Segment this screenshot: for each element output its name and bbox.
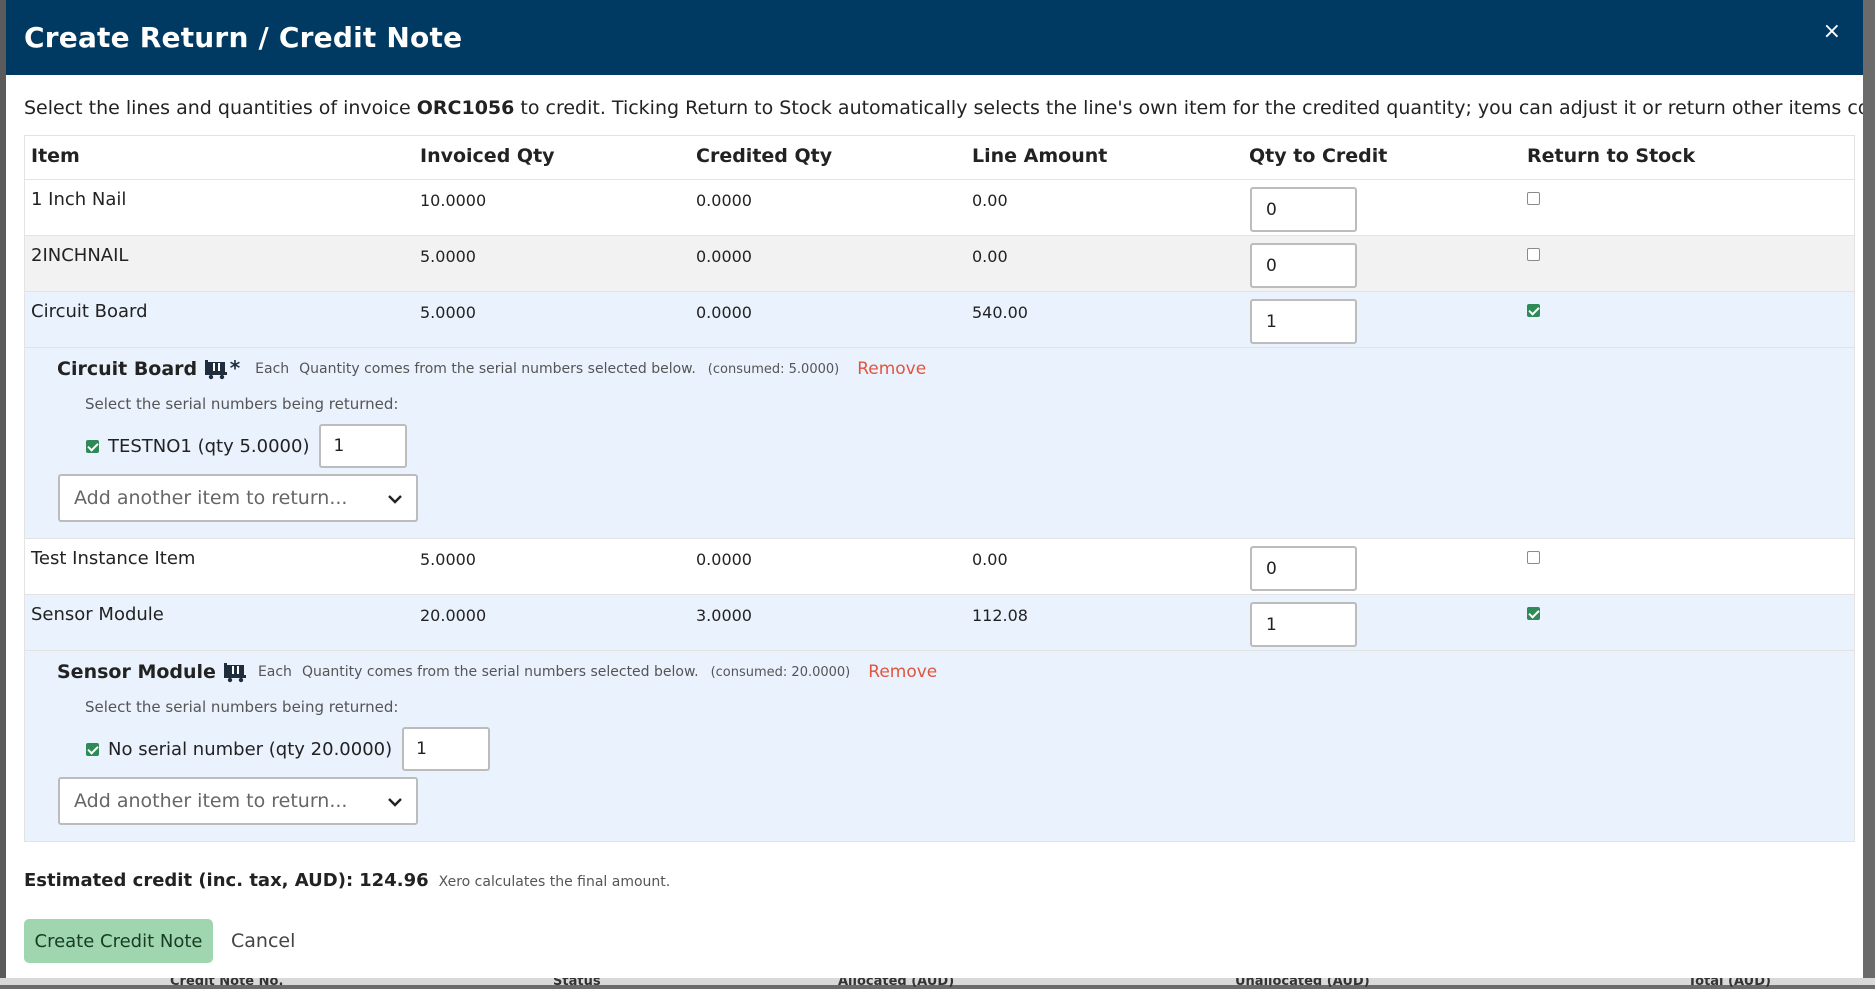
credit-note-modal: Create Return / Credit Note × Select the… (6, 0, 1863, 978)
row-line-amount: 0.00 (972, 550, 1008, 569)
table-row: Test Instance Item 5.0000 0.0000 0.00 (25, 538, 1854, 594)
serial-label: TESTNO1 (qty 5.0000) (108, 435, 310, 457)
invoice-number: ORC1056 (416, 97, 515, 119)
estimate-label: Estimated credit (inc. tax, AUD): (24, 870, 354, 891)
return-item-name: Sensor Module (57, 661, 216, 683)
row-credited-qty: 0.0000 (696, 247, 752, 266)
background-table-header: Credit Note No. Status Allocated (AUD) U… (0, 974, 1875, 989)
row-item: 1 Inch Nail (31, 189, 127, 210)
estimate-note: Xero calculates the final amount. (438, 874, 671, 890)
add-item-placeholder: Add another item to return... (74, 790, 348, 812)
qty-to-credit-input[interactable] (1250, 299, 1357, 344)
return-item-detail: Circuit Board * Each Quantity comes from (25, 347, 1854, 538)
serial-qty-input[interactable] (319, 424, 408, 468)
chevron-down-icon (388, 790, 402, 812)
qty-to-credit-input[interactable] (1250, 546, 1357, 591)
estimate-value: 124.96 (359, 870, 429, 891)
header-item: Item (31, 145, 80, 167)
serial-checkbox[interactable] (86, 742, 99, 756)
row-invoiced-qty: 5.0000 (420, 303, 476, 322)
row-invoiced-qty: 5.0000 (420, 247, 476, 266)
return-item-detail: Sensor Module Each Quantity comes from t… (25, 650, 1854, 841)
row-credited-qty: 3.0000 (696, 606, 752, 625)
return-to-stock-checkbox[interactable] (1527, 248, 1540, 261)
return-item-unit: Each (255, 361, 290, 377)
header-credited-qty: Credited Qty (696, 145, 833, 167)
row-item: Test Instance Item (31, 548, 196, 569)
return-item-name: Circuit Board (57, 358, 198, 380)
table-header-row: Item Invoiced Qty Credited Qty Line Amou… (25, 136, 1854, 179)
return-to-stock-checkbox[interactable] (1527, 304, 1540, 317)
row-invoiced-qty: 20.0000 (420, 606, 487, 625)
svg-text:*: * (230, 358, 241, 380)
serial-checkbox[interactable] (86, 439, 99, 453)
row-item: Sensor Module (31, 604, 164, 625)
qty-to-credit-input[interactable] (1250, 602, 1357, 647)
row-line-amount: 540.00 (972, 303, 1028, 322)
return-item-consumed: (consumed: 5.0000) (707, 361, 840, 377)
return-item-note: Quantity comes from the serial numbers s… (301, 664, 699, 680)
row-invoiced-qty: 10.0000 (420, 191, 487, 210)
cart-star-icon: * (205, 358, 245, 380)
row-item: 2INCHNAIL (31, 245, 129, 266)
return-item-unit: Each (257, 664, 292, 680)
intro-before: Select the lines and quantities of invoi… (24, 97, 417, 119)
close-icon[interactable]: × (1819, 19, 1845, 44)
row-item: Circuit Board (31, 301, 148, 322)
add-item-placeholder: Add another item to return... (74, 487, 348, 509)
return-to-stock-checkbox[interactable] (1527, 551, 1540, 564)
serial-select-label: Select the serial numbers being returned… (85, 698, 399, 716)
row-credited-qty: 0.0000 (696, 303, 752, 322)
modal-title: Create Return / Credit Note (24, 21, 463, 54)
qty-to-credit-input[interactable] (1250, 243, 1357, 288)
return-item-title: Circuit Board * Each Quantity comes from (57, 358, 926, 380)
return-item-title: Sensor Module Each Quantity comes from t… (57, 661, 937, 683)
credit-lines-table: Item Invoiced Qty Credited Qty Line Amou… (24, 135, 1855, 842)
table-row: Circuit Board 5.0000 0.0000 540.00 (25, 291, 1854, 347)
cancel-button[interactable]: Cancel (231, 930, 295, 952)
serial-option: TESTNO1 (qty 5.0000) (86, 424, 408, 468)
header-qty-to-credit: Qty to Credit (1249, 145, 1388, 167)
return-to-stock-checkbox[interactable] (1527, 192, 1540, 205)
header-line-amount: Line Amount (972, 145, 1108, 167)
add-item-select[interactable]: Add another item to return... (58, 474, 418, 522)
row-line-amount: 112.08 (972, 606, 1028, 625)
row-line-amount: 0.00 (972, 247, 1008, 266)
cart-icon (223, 661, 248, 683)
header-return-to-stock: Return to Stock (1527, 145, 1696, 167)
remove-link[interactable]: Remove (857, 359, 926, 379)
create-credit-note-button[interactable]: Create Credit Note (24, 919, 213, 963)
row-line-amount: 0.00 (972, 191, 1008, 210)
modal-header: Create Return / Credit Note × (6, 0, 1863, 75)
return-item-note: Quantity comes from the serial numbers s… (299, 361, 696, 377)
intro-text: Select the lines and quantities of invoi… (6, 95, 1863, 121)
qty-to-credit-input[interactable] (1250, 187, 1357, 232)
header-invoiced-qty: Invoiced Qty (420, 145, 555, 167)
serial-select-label: Select the serial numbers being returned… (85, 395, 399, 413)
remove-link[interactable]: Remove (868, 662, 937, 682)
return-to-stock-checkbox[interactable] (1527, 607, 1540, 620)
estimated-credit: Estimated credit (inc. tax, AUD): 124.96… (24, 870, 670, 891)
return-item-consumed: (consumed: 20.0000) (710, 664, 851, 680)
row-invoiced-qty: 5.0000 (420, 550, 476, 569)
table-row: 1 Inch Nail 10.0000 0.0000 0.00 (25, 179, 1854, 235)
add-item-select[interactable]: Add another item to return... (58, 777, 418, 825)
table-row: Sensor Module 20.0000 3.0000 112.08 (25, 594, 1854, 650)
table-row: 2INCHNAIL 5.0000 0.0000 0.00 (25, 235, 1854, 291)
intro-after: to credit. Ticking Return to Stock autom… (520, 97, 1863, 119)
modal-footer: Create Credit Note Cancel (24, 919, 295, 963)
row-credited-qty: 0.0000 (696, 550, 752, 569)
serial-option: No serial number (qty 20.0000) (86, 727, 491, 771)
chevron-down-icon (388, 487, 402, 509)
serial-qty-input[interactable] (402, 727, 491, 771)
serial-label: No serial number (qty 20.0000) (108, 738, 393, 760)
row-credited-qty: 0.0000 (696, 191, 752, 210)
